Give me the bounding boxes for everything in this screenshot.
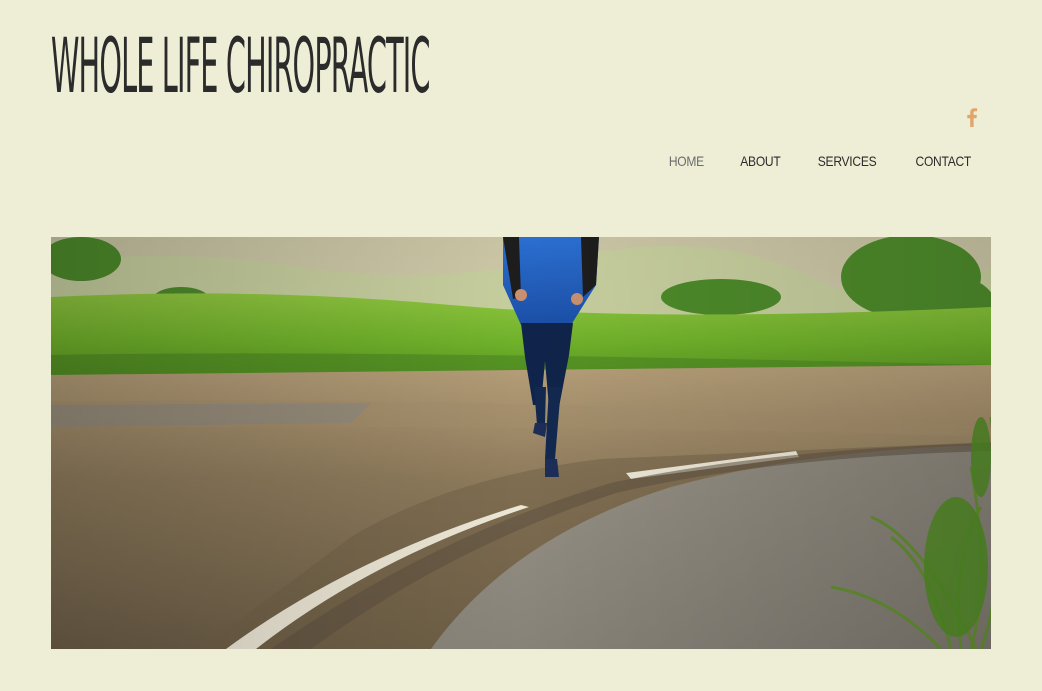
nav-link-services[interactable]: SERVICES [818, 152, 877, 170]
facebook-link[interactable] [962, 106, 982, 128]
main-navigation: HOME ABOUT SERVICES CONTACT [666, 152, 976, 170]
nav-link-about[interactable]: ABOUT [740, 152, 780, 170]
page: WHOLE LIFE CHIROPRACTIC HOME ABOUT SERVI… [0, 0, 1042, 691]
hero-image [51, 237, 991, 649]
nav-link-contact[interactable]: CONTACT [916, 152, 972, 170]
nav-item-home: HOME [666, 152, 707, 170]
facebook-icon [967, 108, 978, 127]
nav-item-services: SERVICES [813, 152, 881, 170]
site-title[interactable]: WHOLE LIFE CHIROPRACTIC [51, 28, 430, 104]
nav-link-home[interactable]: HOME [669, 152, 704, 170]
nav-item-contact: CONTACT [911, 152, 976, 170]
nav-item-about: ABOUT [737, 152, 784, 170]
